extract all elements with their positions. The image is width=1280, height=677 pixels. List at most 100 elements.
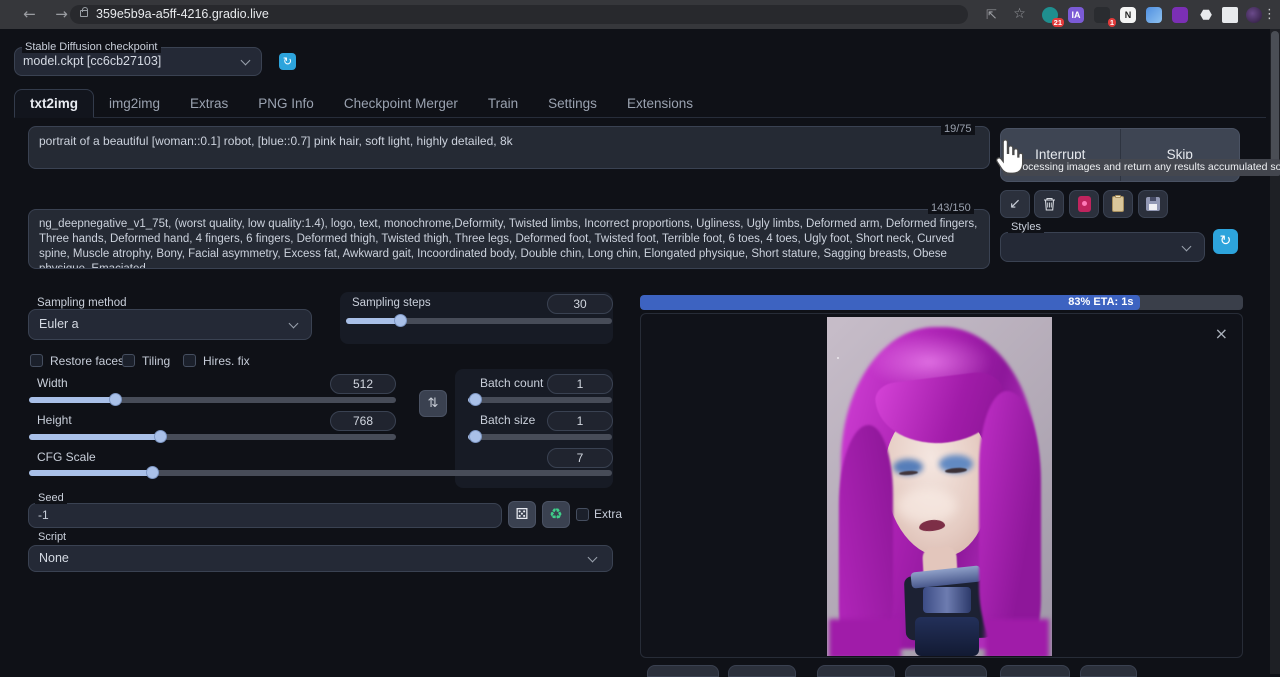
- scrollbar-thumb[interactable]: [1271, 31, 1279, 171]
- seed-extra-label: Extra: [594, 507, 622, 521]
- batch-count-value[interactable]: 1: [547, 374, 613, 394]
- slider-handle[interactable]: [469, 393, 482, 406]
- close-preview-icon[interactable]: ×: [1215, 324, 1228, 343]
- width-label: Width: [37, 376, 68, 390]
- sampling-steps-label: Sampling steps: [352, 297, 431, 309]
- seed-value: -1: [38, 508, 49, 522]
- styles-dropdown[interactable]: [1000, 232, 1205, 262]
- tab-extras[interactable]: Extras: [175, 90, 243, 117]
- extension-pin-icon[interactable]: 21: [1042, 7, 1058, 23]
- main-tabs: txt2img img2img Extras PNG Info Checkpoi…: [14, 89, 1266, 118]
- script-dropdown[interactable]: None: [28, 545, 613, 572]
- result-action-button[interactable]: [1000, 665, 1070, 677]
- slider-handle[interactable]: [469, 430, 482, 443]
- styles-refresh-button[interactable]: ↻: [1213, 229, 1238, 254]
- sampling-method-dropdown[interactable]: Euler a: [28, 309, 312, 340]
- extension-onenote-icon[interactable]: [1172, 7, 1188, 23]
- paste-arrow-icon: ↙: [1009, 196, 1021, 212]
- extension-notion-icon[interactable]: N: [1120, 7, 1136, 23]
- prompt-input[interactable]: portrait of a beautiful [woman::0.1] rob…: [28, 126, 990, 169]
- negative-prompt-input[interactable]: ng_deepnegative_v1_75t, (worst quality, …: [28, 209, 990, 269]
- apply-style-button[interactable]: [1103, 190, 1133, 218]
- slider-handle[interactable]: [146, 466, 159, 479]
- batch-count-slider[interactable]: [468, 397, 612, 403]
- tab-extensions[interactable]: Extensions: [612, 90, 708, 117]
- cfg-scale-label: CFG Scale: [37, 450, 96, 464]
- cfg-scale-value[interactable]: 7: [547, 448, 613, 468]
- width-value[interactable]: 512: [330, 374, 396, 394]
- portrait-layer: [897, 489, 957, 523]
- mouse-cursor-hand: [991, 139, 1025, 182]
- extension-chat-icon[interactable]: 1: [1094, 7, 1110, 23]
- batch-size-label: Batch size: [480, 413, 535, 427]
- portrait-layer: [979, 391, 1041, 649]
- chrome-menu-icon[interactable]: ⋮: [1258, 3, 1280, 26]
- sampling-method-label: Sampling method: [37, 297, 127, 309]
- batch-size-value[interactable]: 1: [547, 411, 613, 431]
- tiling-label: Tiling: [142, 354, 170, 368]
- generation-progress-bar: 83% ETA: 1s: [640, 295, 1243, 310]
- slider-handle[interactable]: [154, 430, 167, 443]
- clipboard-icon: [1112, 196, 1124, 212]
- page-scrollbar[interactable]: [1270, 29, 1280, 674]
- progress-fill: 83% ETA: 1s: [640, 295, 1140, 310]
- reuse-seed-button[interactable]: ♻: [542, 501, 570, 528]
- checkpoint-refresh-button[interactable]: ↻: [279, 53, 296, 70]
- share-icon[interactable]: ⇱: [980, 3, 1003, 26]
- random-seed-button[interactable]: ⚄: [508, 501, 536, 528]
- width-slider[interactable]: [29, 397, 396, 403]
- portrait-layer: [923, 587, 971, 613]
- chevron-down-icon: [1182, 242, 1192, 252]
- hires-fix-checkbox[interactable]: [183, 354, 196, 367]
- result-action-button[interactable]: [647, 665, 719, 677]
- batch-size-slider[interactable]: [468, 434, 612, 440]
- paste-params-button[interactable]: ↙: [1000, 190, 1030, 218]
- tab-settings[interactable]: Settings: [533, 90, 612, 117]
- sampling-method-value: Euler a: [39, 317, 79, 331]
- tab-train[interactable]: Train: [473, 90, 533, 117]
- prompt-token-counter: 19/75: [941, 123, 975, 135]
- height-value[interactable]: 768: [330, 411, 396, 431]
- portrait-layer: [829, 619, 901, 656]
- extension-ia-icon[interactable]: IA: [1068, 7, 1084, 23]
- result-action-button[interactable]: [905, 665, 987, 677]
- script-label: Script: [35, 531, 69, 543]
- seed-extra-checkbox[interactable]: [576, 508, 589, 521]
- result-action-button[interactable]: [817, 665, 895, 677]
- slider-handle[interactable]: [394, 314, 407, 327]
- sampling-steps-value[interactable]: 30: [547, 294, 613, 314]
- tab-img2img[interactable]: img2img: [94, 90, 175, 117]
- extension-image-icon[interactable]: [1146, 7, 1162, 23]
- back-icon[interactable]: ←: [18, 3, 41, 26]
- height-slider[interactable]: [29, 434, 396, 440]
- extensions-puzzle-icon[interactable]: ⬣: [1198, 7, 1214, 23]
- slider-handle[interactable]: [109, 393, 122, 406]
- swap-dimensions-button[interactable]: ⇅: [419, 390, 447, 417]
- result-action-button[interactable]: [1080, 665, 1137, 677]
- clear-prompt-button[interactable]: [1034, 190, 1064, 218]
- save-style-button[interactable]: [1138, 190, 1168, 218]
- tab-txt2img[interactable]: txt2img: [14, 89, 94, 118]
- address-bar[interactable]: 359e5b9a-a5ff-4216.gradio.live: [70, 5, 968, 24]
- side-panel-icon[interactable]: [1222, 7, 1238, 23]
- flower-card-icon: [1078, 196, 1091, 212]
- tiling-checkbox[interactable]: [122, 354, 135, 367]
- cfg-scale-slider[interactable]: [29, 470, 612, 476]
- seed-label: Seed: [35, 492, 67, 504]
- floppy-disk-icon: [1146, 197, 1160, 211]
- result-gallery-panel: ×: [640, 313, 1243, 658]
- seed-input[interactable]: -1: [28, 503, 502, 528]
- trash-icon: [1043, 197, 1056, 211]
- tab-checkpoint-merger[interactable]: Checkpoint Merger: [329, 90, 473, 117]
- browser-toolbar: ← → ↻ 359e5b9a-a5ff-4216.gradio.live ⇱ ☆…: [0, 0, 1280, 29]
- extra-networks-button[interactable]: [1069, 190, 1099, 218]
- bookmark-star-icon[interactable]: ☆: [1008, 3, 1031, 26]
- portrait-layer: [915, 617, 979, 656]
- generated-image[interactable]: [827, 317, 1052, 656]
- result-action-button[interactable]: [728, 665, 796, 677]
- sampling-steps-slider[interactable]: [346, 318, 612, 324]
- restore-faces-checkbox[interactable]: [30, 354, 43, 367]
- checkpoint-label: Stable Diffusion checkpoint: [22, 41, 161, 53]
- lock-icon: [80, 10, 88, 17]
- tab-png-info[interactable]: PNG Info: [243, 90, 329, 117]
